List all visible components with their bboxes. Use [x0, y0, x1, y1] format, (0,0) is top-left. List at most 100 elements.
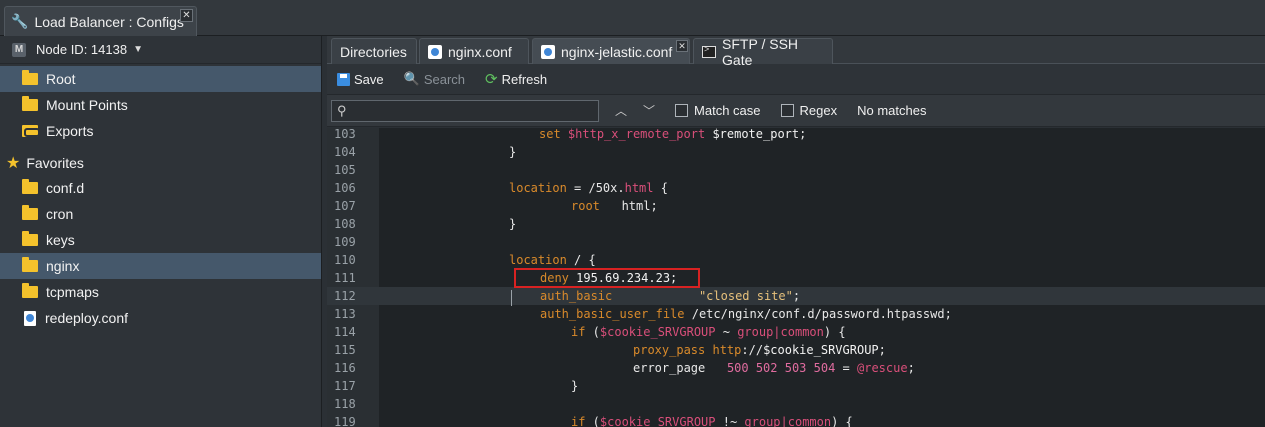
- code-token: group|common: [737, 325, 824, 339]
- code-token: @rescue: [857, 361, 908, 375]
- line-number: 103: [334, 128, 356, 141]
- line-number: 105: [334, 163, 356, 177]
- tree-item-conf-d[interactable]: conf.d: [0, 175, 321, 201]
- line-number: 115: [334, 343, 356, 357]
- refresh-button[interactable]: ⟳ Refresh: [485, 70, 547, 88]
- code-line: 106 location = /50x.html {: [327, 179, 1265, 197]
- text-cursor: [511, 290, 512, 306]
- code-token: if: [571, 415, 586, 427]
- code-token: $remote_port: [712, 128, 800, 141]
- search-icon: ⚲: [337, 102, 347, 118]
- code-token: =: [835, 361, 857, 375]
- chevron-up-icon[interactable]: ︿: [615, 102, 627, 119]
- code-line: 118: [327, 395, 1265, 413]
- code-token: /etc/nginx/conf.d/password.htpasswd;: [684, 307, 952, 321]
- regex-checkbox[interactable]: Regex: [780, 103, 837, 118]
- config-file-icon: [428, 44, 442, 59]
- line-number: 107: [334, 199, 356, 213]
- code-token: $http_x_remote_port: [567, 128, 706, 141]
- tree-item-label: Favorites: [26, 155, 84, 171]
- tree-item-exports[interactable]: Exports: [0, 118, 321, 144]
- code-token: http: [705, 343, 742, 357]
- tab-label: Directories: [340, 43, 407, 60]
- code-editor[interactable]: 103 set $http_x_remote_port $remote_port…: [327, 128, 1265, 427]
- search-icon: 🔍: [403, 71, 420, 86]
- tree-item-tcpmaps[interactable]: tcpmaps: [0, 279, 321, 305]
- code-token: ) {: [823, 325, 846, 339]
- code-line: 107 root html;: [327, 197, 1265, 215]
- tree-item-mount-points[interactable]: Mount Points: [0, 92, 321, 118]
- tab-sftp-ssh-gate[interactable]: SFTP / SSH Gate: [693, 36, 833, 68]
- code-line: 117 }: [327, 377, 1265, 395]
- folder-icon: [22, 231, 38, 246]
- chevron-down-icon[interactable]: ▼: [133, 44, 143, 55]
- node-selector[interactable]: M Node ID: 14138 ▼: [0, 36, 321, 64]
- tab-nginx-jelastic-conf[interactable]: nginx-jelastic.conf ✕: [532, 38, 690, 64]
- search-button[interactable]: 🔍 Search: [404, 71, 465, 87]
- tree-item-label: cron: [46, 206, 74, 222]
- code-line: 116 error_page 500 502 503 504 = @rescue…: [327, 359, 1265, 377]
- find-input[interactable]: ⚲: [331, 99, 599, 122]
- code-line: 108 }: [327, 215, 1265, 233]
- code-line: 119 if ($cookie_SRVGROUP !~ group|common…: [327, 413, 1265, 427]
- code-line: 104 }: [327, 143, 1265, 161]
- code-token: set: [539, 128, 561, 141]
- tab-directories[interactable]: Directories: [331, 38, 417, 64]
- refresh-label: Refresh: [501, 71, 548, 87]
- code-text: }: [509, 217, 517, 231]
- code-token: auth_basic: [540, 289, 613, 303]
- line-number: 104: [334, 145, 356, 159]
- find-bar: ⚲ ︿ ﹀ Match case Regex No matches: [327, 95, 1265, 127]
- code-token: html;: [599, 199, 658, 213]
- code-token: (: [585, 415, 600, 427]
- tree-item-keys[interactable]: keys: [0, 227, 321, 253]
- tree-item-label: Mount Points: [46, 97, 128, 113]
- line-number: 108: [334, 217, 356, 231]
- close-icon[interactable]: ✕: [180, 9, 193, 22]
- line-number: 110: [334, 253, 356, 267]
- tree-item-label: conf.d: [46, 180, 85, 196]
- line-number: 111: [334, 271, 356, 285]
- tree-item-nginx[interactable]: nginx: [0, 253, 321, 279]
- code-line-current: 112 auth_basic "closed site";: [327, 287, 1265, 305]
- code-token: root: [571, 199, 600, 213]
- line-number: 119: [334, 415, 356, 427]
- code-token: $cookie_SRVGROUP: [763, 343, 879, 357]
- line-number: 106: [334, 181, 356, 195]
- tree-item-label: Exports: [46, 123, 94, 139]
- node-label: Node ID: 14138: [36, 42, 128, 57]
- code-token: 500 502 503 504: [726, 361, 836, 375]
- code-token: ://: [741, 343, 764, 357]
- code-line: 115 proxy_pass http://$cookie_SRVGROUP;: [327, 341, 1265, 359]
- checkbox-box[interactable]: [675, 104, 689, 117]
- close-icon[interactable]: ✕: [676, 40, 688, 52]
- tree-item-favorites[interactable]: ★ Favorites: [0, 150, 321, 176]
- folder-icon: [22, 96, 38, 111]
- wrench-icon: 🔧: [11, 13, 29, 29]
- tree-item-root[interactable]: Root: [0, 66, 321, 92]
- refresh-icon: ⟳: [485, 71, 498, 88]
- window-tabstrip: 🔧 Load Balancer : Configs ✕: [0, 0, 1265, 36]
- code-line: 114 if ($cookie_SRVGROUP ~ group|common)…: [327, 323, 1265, 341]
- code-token: ;: [907, 361, 915, 375]
- chevron-down-icon[interactable]: ﹀: [643, 102, 655, 119]
- tab-label: nginx.conf: [448, 43, 512, 60]
- match-case-checkbox[interactable]: Match case: [675, 103, 761, 118]
- tree-item-label: nginx: [46, 258, 80, 274]
- tree-item-redeploy-conf[interactable]: redeploy.conf: [0, 305, 321, 331]
- star-icon: ★: [6, 155, 21, 172]
- line-number: 112: [334, 289, 356, 303]
- window-tab[interactable]: 🔧 Load Balancer : Configs ✕: [4, 6, 197, 36]
- code-line: 111 deny 195.69.234.23;: [327, 269, 1265, 287]
- tab-label: SFTP / SSH Gate: [722, 35, 799, 68]
- save-icon: [337, 72, 350, 86]
- code-token: {: [653, 181, 668, 195]
- tab-nginx-conf[interactable]: nginx.conf: [419, 38, 529, 64]
- tree-item-cron[interactable]: cron: [0, 201, 321, 227]
- tree-item-label: redeploy.conf: [45, 310, 129, 326]
- save-button[interactable]: Save: [337, 72, 384, 87]
- code-token: $cookie_SRVGROUP: [599, 325, 716, 339]
- checkbox-box[interactable]: [780, 104, 794, 117]
- code-token: $cookie_SRVGROUP: [599, 415, 716, 427]
- code-token: (: [585, 325, 600, 339]
